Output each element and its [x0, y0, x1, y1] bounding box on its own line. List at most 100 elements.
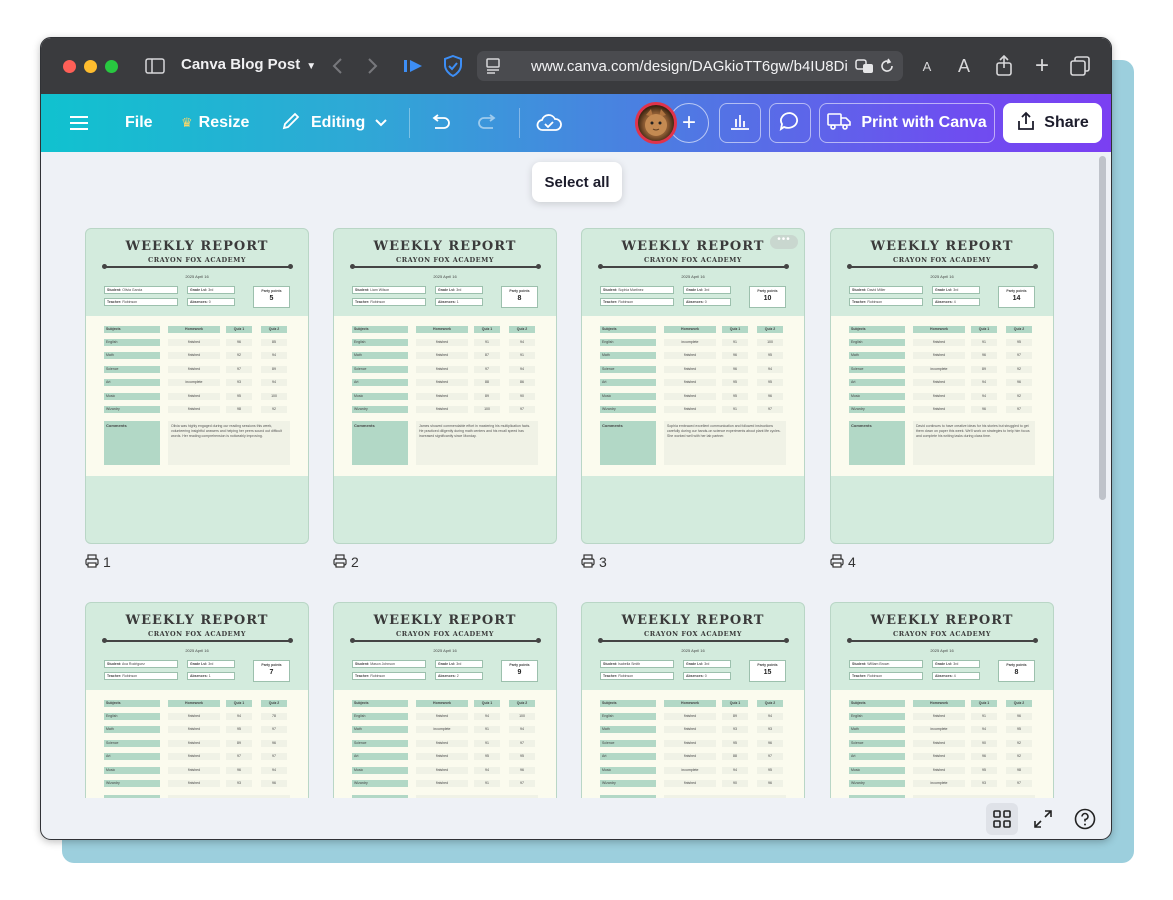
table-cell: English: [849, 339, 905, 346]
address-bar[interactable]: www.canva.com/design/DAGkioTT6gw/b4IU8Di…: [477, 51, 903, 81]
table-cell: 87: [474, 352, 500, 360]
table-cell: finished: [416, 713, 468, 720]
table-cell: 96: [971, 406, 997, 413]
teacher-field: Teacher: Robinson: [352, 672, 426, 680]
page-thumbnail[interactable]: WEEKLY REPORT CRAYON FOX ACADEMY 2025 Apri…: [581, 228, 805, 544]
avatar[interactable]: [635, 102, 677, 144]
table-cell: finished: [168, 352, 220, 360]
table-cell: Math: [600, 352, 656, 360]
teacher-field: Teacher: Robinson: [600, 298, 674, 306]
table-cell: 95: [474, 753, 500, 761]
table-cell: 94: [971, 392, 997, 400]
table-header: Quiz 2: [509, 700, 535, 707]
page-number-label: 1: [85, 553, 111, 571]
table-cell: finished: [664, 753, 716, 761]
text-larger-icon[interactable]: A: [954, 54, 974, 78]
table-cell: 95: [757, 766, 783, 774]
tabs-icon[interactable]: [1069, 54, 1091, 78]
report-date: 2025 April 16: [185, 648, 209, 653]
sidebar-icon[interactable]: [143, 54, 167, 78]
vertical-scrollbar[interactable]: [1099, 156, 1106, 500]
table-header: Homework: [416, 326, 468, 333]
print-icon: [85, 553, 99, 571]
table-header: Homework: [913, 700, 965, 707]
table-cell: 95: [757, 352, 783, 360]
page-thumbnail[interactable]: WEEKLY REPORT CRAYON FOX ACADEMY 2025 Apri…: [581, 602, 805, 798]
table-cell: 89: [474, 392, 500, 400]
share-button[interactable]: Share: [1003, 103, 1102, 143]
page-thumbnail[interactable]: WEEKLY REPORT CRAYON FOX ACADEMY 2025 Apri…: [85, 602, 309, 798]
help-icon[interactable]: [1069, 803, 1101, 835]
student-field: Student: David Miller: [849, 286, 923, 294]
plus-icon[interactable]: +: [1031, 52, 1053, 79]
table-header: Subjects: [352, 326, 408, 333]
table-cell: Math: [352, 726, 408, 734]
menu-icon[interactable]: [69, 94, 89, 152]
party-points-box: Party points 15: [749, 660, 786, 682]
page-thumbnail[interactable]: WEEKLY REPORT CRAYON FOX ACADEMY 2025 Apri…: [830, 228, 1054, 544]
table-cell: 96: [1006, 713, 1032, 720]
table-cell: Music: [849, 766, 905, 774]
editing-mode-button[interactable]: Editing: [281, 94, 387, 152]
close-window-button[interactable]: [63, 60, 76, 73]
file-menu-button[interactable]: File: [125, 94, 153, 152]
minimize-window-button[interactable]: [84, 60, 97, 73]
table-cell: 96: [722, 365, 748, 373]
share-icon[interactable]: [993, 54, 1015, 78]
cloud-check-icon[interactable]: [536, 94, 562, 152]
insights-button[interactable]: [719, 103, 761, 143]
table-cell: incomplete: [168, 379, 220, 387]
table-cell: finished: [416, 339, 468, 346]
table-cell: 97: [757, 406, 783, 413]
reload-icon[interactable]: [877, 54, 897, 78]
translate-icon[interactable]: [855, 54, 875, 78]
table-header: Quiz 2: [261, 326, 287, 333]
table-cell: 91: [474, 339, 500, 346]
tab-group-title[interactable]: Canva Blog Post ▼: [181, 56, 316, 73]
print-with-canva-button[interactable]: Print with Canva: [819, 103, 995, 143]
table-cell: Wizardry: [849, 406, 905, 413]
table-cell: 96: [1006, 379, 1032, 387]
student-field: Student: Mason Johnson: [352, 660, 426, 668]
table-cell: 90: [971, 739, 997, 747]
table-cell: Wizardry: [600, 780, 656, 787]
table-cell: Math: [104, 352, 160, 360]
page-thumbnail[interactable]: WEEKLY REPORT CRAYON FOX ACADEMY 2025 Apri…: [830, 602, 1054, 798]
title-divider: [847, 638, 1038, 643]
upload-icon: [1016, 111, 1036, 136]
more-options-button[interactable]: •••: [770, 235, 798, 249]
page-thumbnail[interactable]: WEEKLY REPORT CRAYON FOX ACADEMY 2025 Apri…: [333, 228, 557, 544]
table-cell: 93: [971, 780, 997, 787]
shield-icon[interactable]: [441, 54, 465, 78]
table-cell: Art: [600, 753, 656, 761]
table-cell: 90: [722, 780, 748, 787]
expand-icon[interactable]: [1027, 803, 1059, 835]
student-field: Student: Isabella Smith: [600, 660, 674, 668]
resize-button[interactable]: ♛ Resize: [181, 94, 249, 152]
comments-button[interactable]: [769, 103, 811, 143]
forward-arrow-icon[interactable]: [363, 54, 383, 78]
grade-field: Grade Lvl: 3rd: [187, 660, 235, 668]
table-header: Quiz 2: [509, 326, 535, 333]
student-field: Student: Olivia Garcia: [104, 286, 178, 294]
redo-icon[interactable]: [477, 94, 499, 152]
comments-label: Comments: [104, 795, 160, 798]
table-cell: 97: [757, 753, 783, 761]
table-cell: finished: [168, 780, 220, 787]
text-smaller-icon[interactable]: A: [919, 54, 935, 78]
back-arrow-icon[interactable]: [327, 54, 347, 78]
table-cell: Science: [104, 365, 160, 373]
undo-icon[interactable]: [429, 94, 451, 152]
grid-view-icon[interactable]: [986, 803, 1018, 835]
page-icon[interactable]: [483, 54, 503, 78]
page-thumbnail[interactable]: WEEKLY REPORT CRAYON FOX ACADEMY 2025 Apri…: [333, 602, 557, 798]
party-points-box: Party points 10: [749, 286, 786, 308]
table-header: Quiz 2: [261, 700, 287, 707]
table-cell: 96: [226, 766, 252, 774]
table-cell: 89: [722, 713, 748, 720]
page-thumbnail[interactable]: WEEKLY REPORT CRAYON FOX ACADEMY 2025 Apri…: [85, 228, 309, 544]
table-cell: finished: [913, 352, 965, 360]
media-extension-icon[interactable]: [401, 54, 427, 78]
party-points-box: Party points 5: [253, 286, 290, 308]
maximize-window-button[interactable]: [105, 60, 118, 73]
